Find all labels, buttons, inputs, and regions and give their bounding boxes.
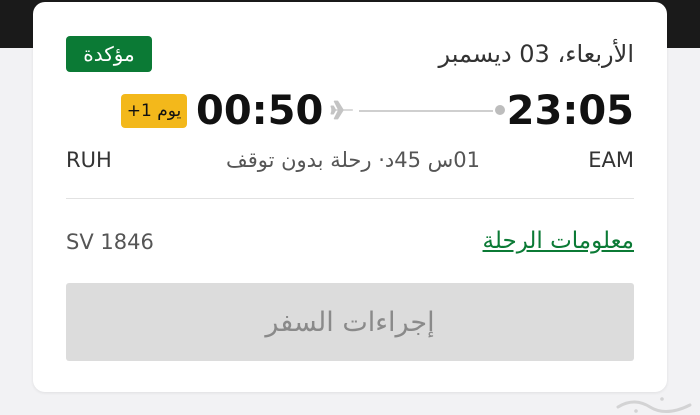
departure-airport-code: EAM [588,148,634,172]
arrival-airport-code: RUH [66,148,112,172]
status-badge: مؤكدة [66,36,152,72]
route-line [359,110,493,112]
flight-date: الأربعاء، 03 ديسمبر [438,40,635,68]
flight-number: SV 1846 [66,230,154,254]
flight-duration: 01س 45د· رحلة بدون توقف [225,148,481,172]
departure-time: 23:05 [506,88,634,134]
watermark-logo [616,397,692,413]
airplane-icon [330,100,353,120]
origin-dot [495,105,505,115]
flight-info-link[interactable]: معلومات الرحلة [483,228,634,254]
next-day-badge: +1 يوم [121,94,187,128]
flight-card: مؤكدة الأربعاء، 03 ديسمبر 23:05 00:50 +1… [33,2,667,392]
divider [66,198,634,199]
travel-procedures-button[interactable]: إجراءات السفر [66,283,634,361]
arrival-time: 00:50 [196,88,324,134]
